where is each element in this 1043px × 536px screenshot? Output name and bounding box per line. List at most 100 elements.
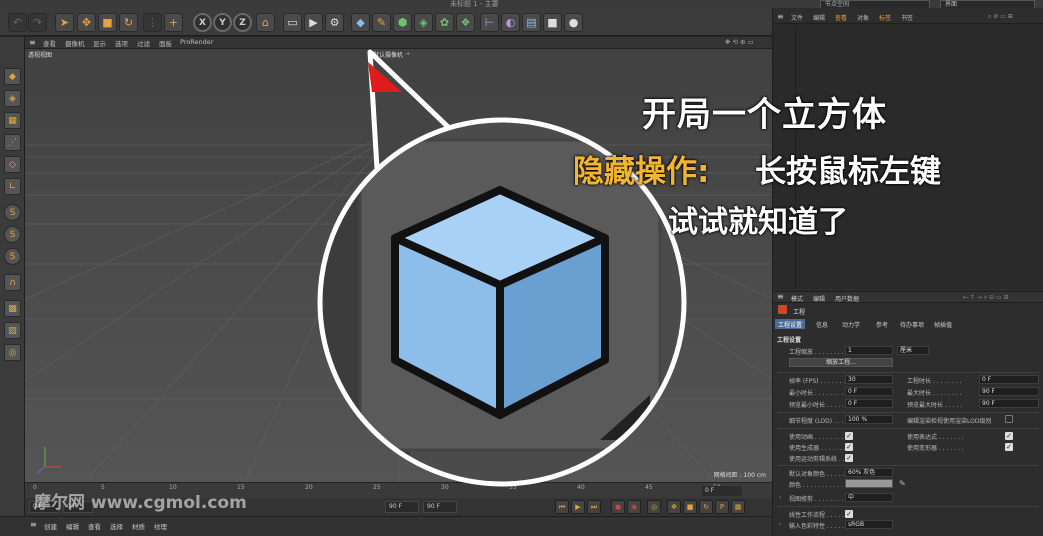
tab-todo[interactable]: 待办事项 [897, 319, 927, 329]
perspective-viewport[interactable]: 透视视图 默认摄像机 ·° 网格间距 : 100 cm [25, 49, 772, 482]
y-axis-icon[interactable]: Y [213, 13, 232, 32]
preview-min-field[interactable]: 0 F [845, 399, 893, 408]
snap-icon[interactable]: S [4, 204, 21, 221]
render-picture-viewer-icon[interactable]: ▶ [304, 13, 323, 32]
hamburger-icon[interactable]: ≡ [30, 520, 37, 529]
x-axis-icon[interactable]: X [193, 13, 212, 32]
menu-material[interactable]: 材质 [132, 521, 145, 531]
start-frame-field[interactable]: 0 F [29, 501, 59, 513]
record-icon[interactable]: ● [611, 500, 625, 514]
preview-start-field[interactable]: 0 F [63, 501, 93, 513]
workplane-icon[interactable]: ▩ [4, 300, 21, 317]
expand-arrow-icon[interactable]: › [779, 494, 781, 501]
key-scale-icon[interactable]: ■ [683, 500, 697, 514]
am-menu-userdata[interactable]: 用户数据 [835, 294, 859, 303]
subdivision-icon[interactable]: ⬢ [393, 13, 412, 32]
lod-field[interactable]: 100 % [845, 415, 893, 424]
project-time-field[interactable]: 0 F [979, 375, 1039, 384]
use-expression-checkbox[interactable]: ✓ [1005, 432, 1013, 440]
cloner-icon[interactable]: ✿ [435, 13, 454, 32]
move-tool-icon[interactable]: ✥ [77, 13, 96, 32]
point-mode-icon[interactable]: ⋰ [4, 134, 21, 151]
recent-tool-icon[interactable]: ⋮ [143, 13, 162, 32]
key-position-icon[interactable]: ✥ [667, 500, 681, 514]
am-nav-icons[interactable]: ← ↑ → ⌕ ⊖ ▭ ⊞ [963, 294, 1009, 302]
add-tool-icon[interactable]: + [164, 13, 183, 32]
tab-dynamics[interactable]: 动力学 [839, 319, 863, 329]
camera-icon[interactable]: ■ [543, 13, 562, 32]
menu-view[interactable]: 查看 [88, 521, 101, 531]
redo-icon[interactable]: ↷ [28, 13, 47, 32]
hamburger-icon[interactable]: ≡ [777, 292, 784, 301]
om-menu-edit[interactable]: 编辑 [813, 13, 825, 22]
eyedropper-icon[interactable]: ✎ [899, 479, 906, 488]
magnet-icon[interactable]: ∩ [4, 274, 21, 291]
om-menu-view[interactable]: 查看 [835, 13, 847, 22]
floor-icon[interactable]: ▤ [522, 13, 541, 32]
menu-panel[interactable]: 面板 [159, 38, 172, 48]
scale-tool-icon[interactable]: ■ [98, 13, 117, 32]
scale-field[interactable]: 1 [845, 346, 893, 355]
menu-options[interactable]: 选项 [115, 38, 128, 48]
menu-select[interactable]: 选择 [110, 521, 123, 531]
am-menu-mode[interactable]: 模式 [791, 294, 803, 303]
rotate-tool-icon[interactable]: ↻ [119, 13, 138, 32]
key-param-icon[interactable]: P [715, 500, 729, 514]
menu-filter[interactable]: 过滤 [137, 38, 150, 48]
key-rotation-icon[interactable]: ↻ [699, 500, 713, 514]
menu-display[interactable]: 显示 [93, 38, 106, 48]
hamburger-icon[interactable]: ≡ [777, 12, 784, 21]
min-time-field[interactable]: 0 F [845, 387, 893, 396]
max-time-field[interactable]: 90 F [979, 387, 1039, 396]
array-icon[interactable]: ◈ [414, 13, 433, 32]
quantize-icon[interactable]: S [4, 248, 21, 265]
input-color-select[interactable]: sRGB [845, 520, 893, 529]
om-menu-object[interactable]: 对象 [857, 13, 869, 22]
model-mode-icon[interactable]: ◈ [4, 90, 21, 107]
go-end-icon[interactable]: ⏭ [587, 500, 601, 514]
hamburger-icon[interactable]: ≡ [29, 38, 36, 47]
om-menu-tag[interactable]: 标签 [879, 13, 891, 22]
use-generator-checkbox[interactable]: ✓ [845, 443, 853, 451]
preview-end-field[interactable]: 90 F [385, 501, 419, 513]
light-icon[interactable]: ● [564, 13, 583, 32]
key-pla-icon[interactable]: ▦ [731, 500, 745, 514]
mograph-icon[interactable]: ❖ [456, 13, 475, 32]
menu-view[interactable]: 查看 [43, 38, 56, 48]
autokey-icon[interactable]: ◉ [627, 500, 641, 514]
tab-info[interactable]: 信息 [813, 319, 831, 329]
om-menu-bookmark[interactable]: 书签 [901, 13, 913, 22]
render-view-icon[interactable]: ▭ [283, 13, 302, 32]
z-axis-icon[interactable]: Z [233, 13, 252, 32]
timeline[interactable]: 0 5 10 15 20 25 30 35 40 45 50 0 F [25, 482, 772, 498]
default-color-select[interactable]: 60% 灰色 [845, 468, 893, 477]
camera-label[interactable]: 默认摄像机 ·° [373, 50, 410, 59]
pen-tool-icon[interactable]: ✎ [372, 13, 391, 32]
fps-field[interactable]: 30 [845, 375, 893, 384]
render-lod-checkbox[interactable] [1005, 415, 1013, 423]
viewport-nav-icons[interactable]: ✥ ⟲ ⊕ ▭ [725, 38, 754, 46]
expand-arrow-icon[interactable]: › [779, 521, 781, 528]
texture-mode-icon[interactable]: ▦ [4, 112, 21, 129]
tab-project-settings[interactable]: 工程设置 [775, 319, 806, 329]
render-settings-icon[interactable]: ⚙ [325, 13, 344, 32]
end-frame-field[interactable]: 90 F [423, 501, 457, 513]
color-swatch[interactable] [845, 479, 893, 488]
linear-workflow-checkbox[interactable]: ✓ [845, 510, 853, 518]
snap-settings-icon[interactable]: S [4, 226, 21, 243]
select-tool-icon[interactable]: ➤ [55, 13, 74, 32]
use-animation-checkbox[interactable]: ✓ [845, 432, 853, 440]
object-list[interactable] [773, 25, 1043, 289]
menu-edit[interactable]: 编辑 [66, 521, 79, 531]
edge-mode-icon[interactable]: ◇ [4, 156, 21, 173]
make-editable-icon[interactable]: ◆ [4, 68, 21, 85]
menu-create[interactable]: 创建 [44, 521, 57, 531]
use-deformer-checkbox[interactable]: ✓ [1005, 443, 1013, 451]
solo-icon[interactable]: ◎ [4, 344, 21, 361]
tab-reference[interactable]: 参考 [873, 319, 891, 329]
use-motion-checkbox[interactable]: ✓ [845, 454, 853, 462]
om-menu-file[interactable]: 文件 [791, 13, 803, 22]
menu-camera[interactable]: 摄像机 [65, 38, 85, 48]
menu-texture[interactable]: 纹理 [154, 521, 167, 531]
am-menu-edit[interactable]: 编辑 [813, 294, 825, 303]
